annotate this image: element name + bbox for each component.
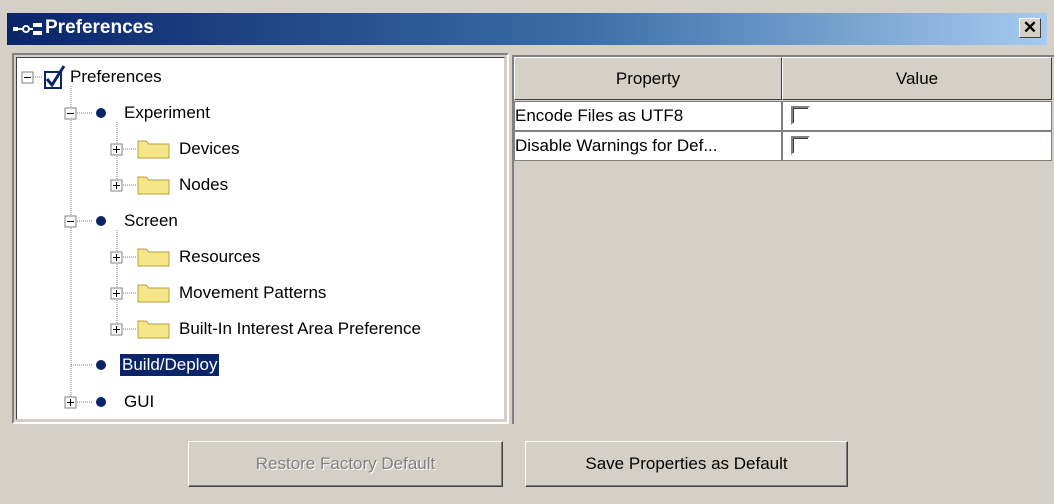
expand-icon[interactable] [110,251,123,264]
close-icon: ✕ [1022,18,1038,37]
encode-utf8-checkbox[interactable] [791,106,810,125]
restore-factory-default-button[interactable]: Restore Factory Default [188,441,503,487]
collapse-icon[interactable] [64,215,77,228]
value-column-header[interactable]: Value [782,57,1052,100]
tree-node-experiment[interactable]: Experiment [124,102,210,124]
expand-icon[interactable] [110,179,123,192]
property-name-cell: Encode Files as UTF8 [514,101,782,131]
tree-node-resources[interactable]: Resources [179,246,260,268]
bullet-icon [96,397,106,407]
tree-node-devices[interactable]: Devices [179,138,239,160]
tree-node-preferences[interactable]: Preferences [70,66,162,88]
expand-icon[interactable] [64,396,77,409]
bullet-icon [96,360,106,370]
close-button[interactable]: ✕ [1019,18,1041,38]
collapse-icon[interactable] [21,71,34,84]
tree-node-build-deploy[interactable]: Build/Deploy [120,354,220,376]
tree-node-nodes[interactable]: Nodes [179,174,228,196]
expand-icon[interactable] [110,287,123,300]
checkbox-icon [44,65,66,89]
folder-icon [137,284,170,303]
bullet-icon [96,216,106,226]
title-bar[interactable]: Preferences ✕ [7,13,1047,45]
expand-icon[interactable] [110,323,123,336]
app-icon [13,23,42,35]
save-properties-default-button[interactable]: Save Properties as Default [525,441,848,487]
property-value-cell[interactable] [782,101,1052,131]
folder-icon [137,140,170,159]
window-title: Preferences [45,17,154,38]
property-value-cell[interactable] [782,131,1052,161]
preferences-tree[interactable]: Preferences Experiment Devices Nodes Scr… [16,57,505,420]
bullet-icon [96,108,106,118]
collapse-icon[interactable] [64,107,77,120]
property-name-cell: Disable Warnings for Def... [514,131,782,161]
tree-node-screen[interactable]: Screen [124,210,178,232]
preferences-window: Preferences ✕ Preferences Experiment Dev… [0,0,1054,504]
expand-icon[interactable] [110,143,123,156]
preferences-tree-panel: Preferences Experiment Devices Nodes Scr… [12,53,509,424]
disable-warnings-checkbox[interactable] [791,136,810,155]
property-column-header[interactable]: Property [514,57,782,100]
property-table: Property Value Encode Files as UTF8 Disa… [512,55,1054,424]
folder-icon [137,248,170,267]
tree-connectors [21,65,170,409]
tree-node-movement-patterns[interactable]: Movement Patterns [179,282,326,304]
folder-icon [137,320,170,339]
folder-icon [137,176,170,195]
tree-node-gui[interactable]: GUI [124,391,154,413]
tree-node-built-in-interest-area[interactable]: Built-In Interest Area Preference [179,318,421,340]
